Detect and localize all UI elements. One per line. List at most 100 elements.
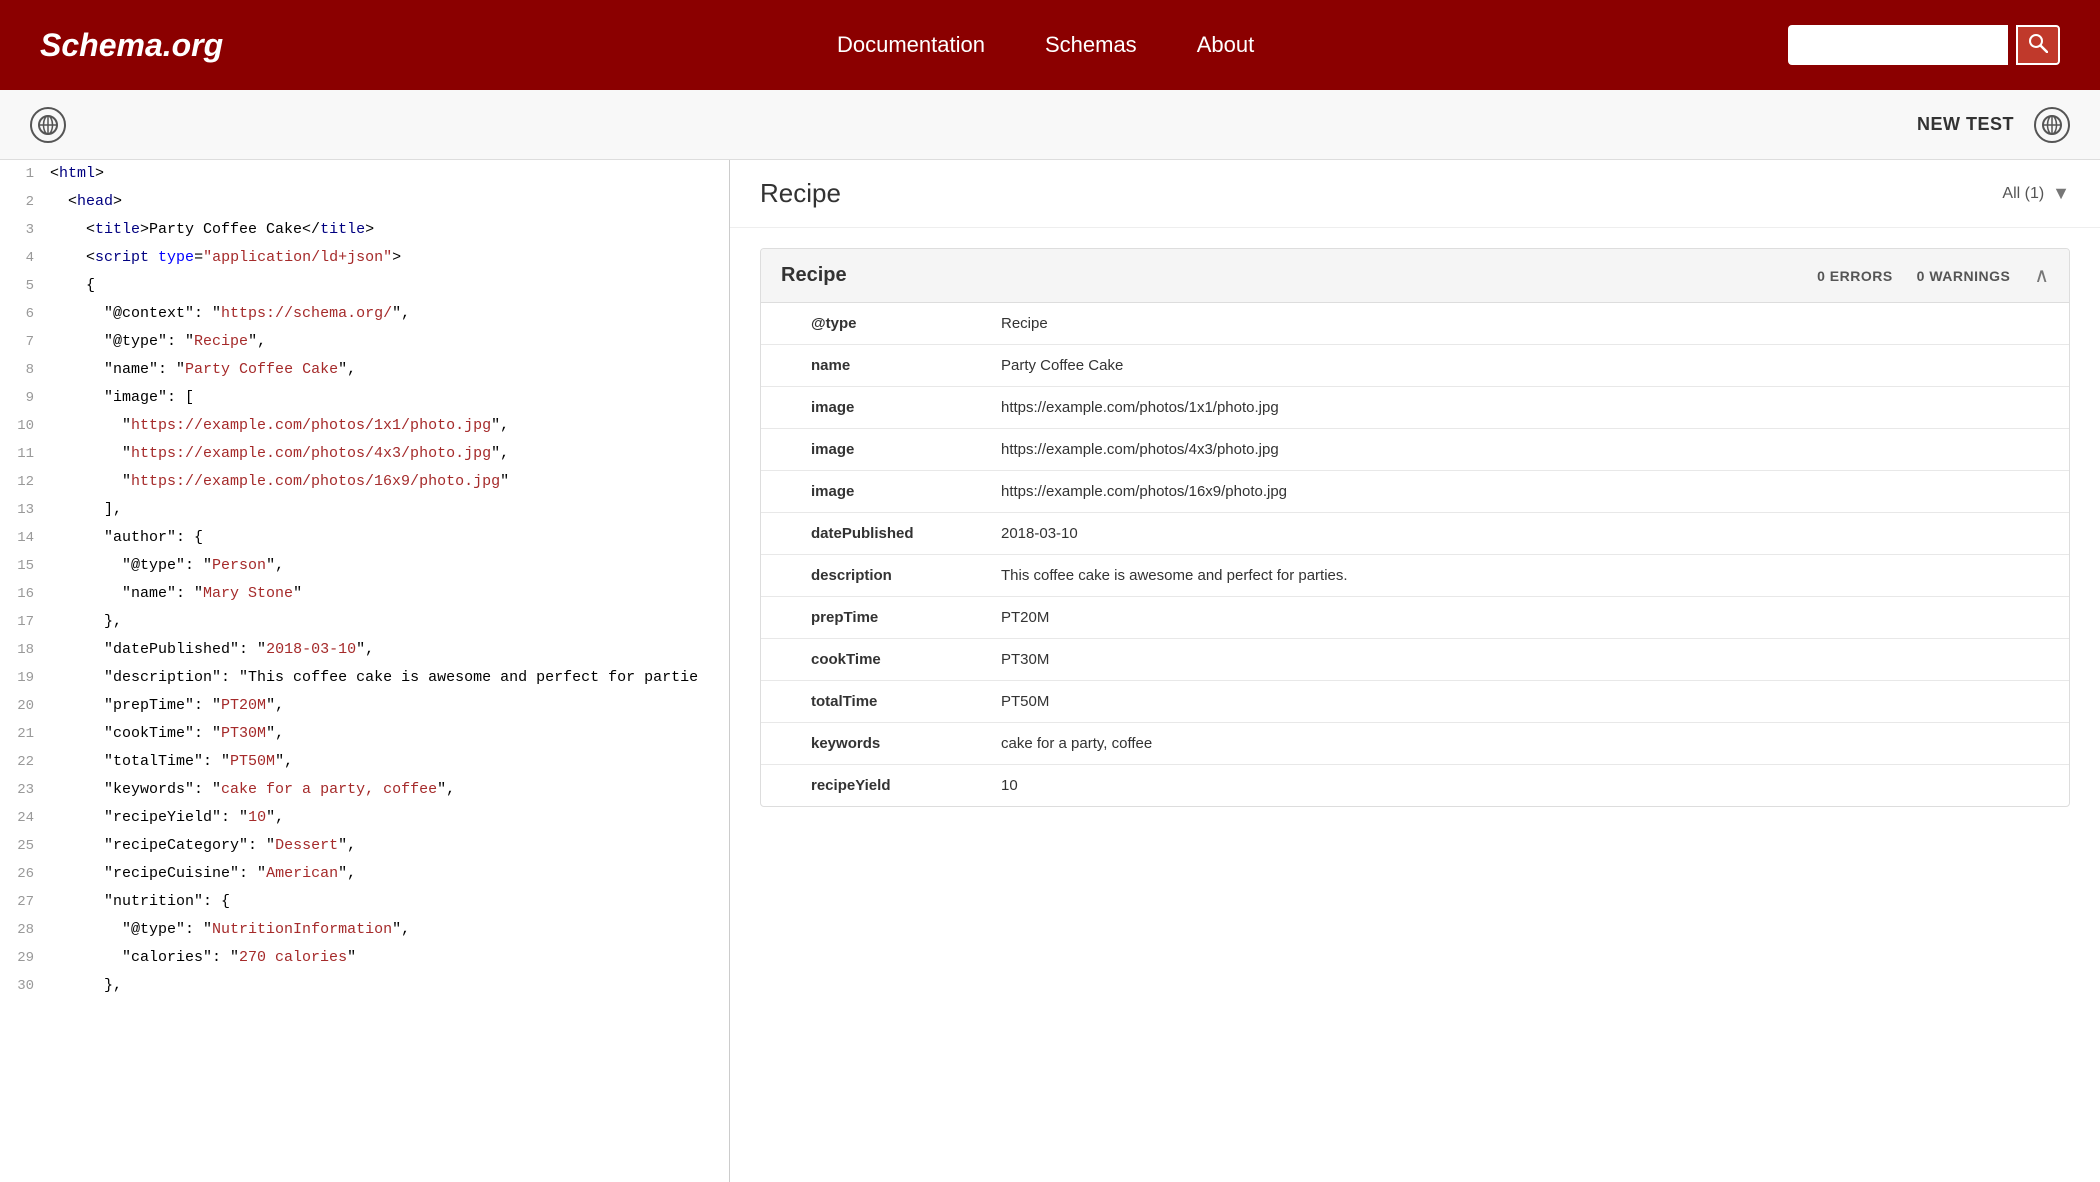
nav-documentation[interactable]: Documentation [837, 32, 985, 58]
table-row: datePublished2018-03-10 [761, 513, 2069, 555]
line-content: "author": { [50, 525, 729, 551]
field-value: Recipe [981, 303, 2069, 345]
code-line: 22 "totalTime": "PT50M", [0, 748, 729, 776]
results-filter: All (1) ▼ [2002, 183, 2070, 204]
code-line: 26 "recipeCuisine": "American", [0, 860, 729, 888]
field-value: https://example.com/photos/1x1/photo.jpg [981, 387, 2069, 429]
line-content: "calories": "270 calories" [50, 945, 729, 971]
line-content: "recipeYield": "10", [50, 805, 729, 831]
code-line: 1<html> [0, 160, 729, 188]
code-line: 17 }, [0, 608, 729, 636]
table-row: descriptionThis coffee cake is awesome a… [761, 555, 2069, 597]
line-number: 7 [0, 329, 50, 355]
line-number: 3 [0, 217, 50, 243]
line-content: <title>Party Coffee Cake</title> [50, 217, 729, 243]
results-pane[interactable]: Recipe All (1) ▼ Recipe 0 ERRORS 0 WARNI… [730, 160, 2100, 1182]
field-value: PT50M [981, 681, 2069, 723]
field-key: cookTime [761, 639, 981, 681]
toolbar-right: NEW TEST [1917, 107, 2070, 143]
line-content: }, [50, 609, 729, 635]
recipe-card-stats: 0 ERRORS 0 WARNINGS ∧ [1817, 263, 2049, 288]
field-value: 10 [981, 765, 2069, 807]
field-value: PT30M [981, 639, 2069, 681]
line-number: 22 [0, 749, 50, 775]
line-content: "datePublished": "2018-03-10", [50, 637, 729, 663]
line-content: "https://example.com/photos/1x1/photo.jp… [50, 413, 729, 439]
code-line: 12 "https://example.com/photos/16x9/phot… [0, 468, 729, 496]
line-number: 20 [0, 693, 50, 719]
line-content: "@type": "Recipe", [50, 329, 729, 355]
field-key: recipeYield [761, 765, 981, 807]
site-logo[interactable]: Schema.org [40, 27, 223, 64]
line-content: "cookTime": "PT30M", [50, 721, 729, 747]
line-number: 8 [0, 357, 50, 383]
field-key: @type [761, 303, 981, 345]
line-number: 13 [0, 497, 50, 523]
line-content: <script type="application/ld+json"> [50, 245, 729, 271]
line-number: 5 [0, 273, 50, 299]
code-line: 29 "calories": "270 calories" [0, 944, 729, 972]
table-row: @typeRecipe [761, 303, 2069, 345]
line-number: 1 [0, 161, 50, 187]
code-line: 14 "author": { [0, 524, 729, 552]
line-number: 18 [0, 637, 50, 663]
nav-about[interactable]: About [1197, 32, 1255, 58]
collapse-button[interactable]: ∧ [2034, 263, 2049, 288]
code-scroll[interactable]: 1<html>2 <head>3 <title>Party Coffee Cak… [0, 160, 729, 1182]
field-key: totalTime [761, 681, 981, 723]
field-key: image [761, 429, 981, 471]
code-line: 23 "keywords": "cake for a party, coffee… [0, 776, 729, 804]
line-content: }, [50, 973, 729, 999]
line-content: "prepTime": "PT20M", [50, 693, 729, 719]
line-number: 23 [0, 777, 50, 803]
field-key: keywords [761, 723, 981, 765]
line-number: 28 [0, 917, 50, 943]
globe-icon-right[interactable] [2034, 107, 2070, 143]
site-header: Schema.org Documentation Schemas About [0, 0, 2100, 90]
field-key: datePublished [761, 513, 981, 555]
nav-schemas[interactable]: Schemas [1045, 32, 1137, 58]
search-input[interactable] [1788, 25, 2008, 65]
main-content: 1<html>2 <head>3 <title>Party Coffee Cak… [0, 160, 2100, 1182]
code-line: 10 "https://example.com/photos/1x1/photo… [0, 412, 729, 440]
code-line: 7 "@type": "Recipe", [0, 328, 729, 356]
line-content: "nutrition": { [50, 889, 729, 915]
code-line: 5 { [0, 272, 729, 300]
line-number: 29 [0, 945, 50, 971]
code-line: 16 "name": "Mary Stone" [0, 580, 729, 608]
code-line: 30 }, [0, 972, 729, 1000]
code-line: 27 "nutrition": { [0, 888, 729, 916]
new-test-button[interactable]: NEW TEST [1917, 114, 2014, 135]
globe-icon[interactable] [30, 107, 66, 143]
code-pane: 1<html>2 <head>3 <title>Party Coffee Cak… [0, 160, 730, 1182]
table-row: totalTimePT50M [761, 681, 2069, 723]
field-value: PT20M [981, 597, 2069, 639]
recipe-card-header: Recipe 0 ERRORS 0 WARNINGS ∧ [761, 249, 2069, 303]
line-content: "keywords": "cake for a party, coffee", [50, 777, 729, 803]
field-value: 2018-03-10 [981, 513, 2069, 555]
line-number: 26 [0, 861, 50, 887]
table-row: imagehttps://example.com/photos/16x9/pho… [761, 471, 2069, 513]
field-value: https://example.com/photos/4x3/photo.jpg [981, 429, 2069, 471]
line-content: "https://example.com/photos/4x3/photo.jp… [50, 441, 729, 467]
line-number: 14 [0, 525, 50, 551]
field-value: Party Coffee Cake [981, 345, 2069, 387]
line-content: ], [50, 497, 729, 523]
line-content: <head> [50, 189, 729, 215]
line-number: 15 [0, 553, 50, 579]
search-button[interactable] [2016, 25, 2060, 65]
results-header: Recipe All (1) ▼ [730, 160, 2100, 228]
data-table: @typeRecipenameParty Coffee Cakeimagehtt… [761, 303, 2069, 806]
code-line: 20 "prepTime": "PT20M", [0, 692, 729, 720]
recipe-card-title: Recipe [781, 264, 847, 287]
field-key: prepTime [761, 597, 981, 639]
code-line: 18 "datePublished": "2018-03-10", [0, 636, 729, 664]
field-key: description [761, 555, 981, 597]
code-line: 21 "cookTime": "PT30M", [0, 720, 729, 748]
recipe-card: Recipe 0 ERRORS 0 WARNINGS ∧ @typeRecipe… [760, 248, 2070, 807]
table-row: imagehttps://example.com/photos/4x3/phot… [761, 429, 2069, 471]
dropdown-arrow-icon[interactable]: ▼ [2052, 183, 2070, 204]
code-line: 2 <head> [0, 188, 729, 216]
toolbar: NEW TEST [0, 90, 2100, 160]
code-line: 8 "name": "Party Coffee Cake", [0, 356, 729, 384]
